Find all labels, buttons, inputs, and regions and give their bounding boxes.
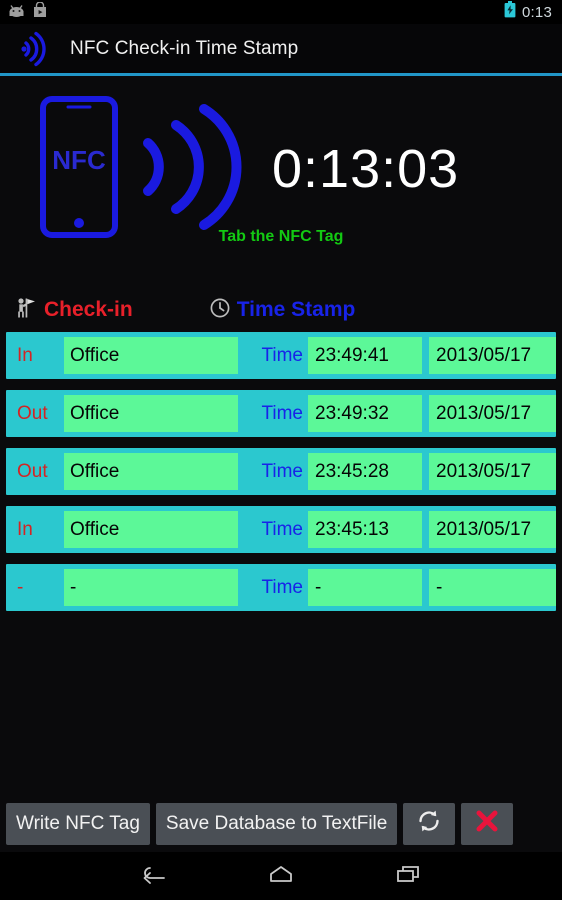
table-row[interactable]: In Office Time 23:45:13 2013/05/17: [6, 506, 556, 553]
row-place[interactable]: Office: [64, 337, 238, 374]
row-place[interactable]: Office: [64, 395, 238, 432]
row-time[interactable]: 23:45:28: [308, 453, 422, 490]
recents-button[interactable]: [378, 856, 438, 896]
write-nfc-tag-button[interactable]: Write NFC Tag: [6, 803, 150, 845]
red-x-delete-icon: [474, 808, 500, 840]
back-arrow-icon: [139, 862, 169, 891]
timestamp-header-label: Time Stamp: [236, 298, 356, 321]
row-date[interactable]: 2013/05/17: [429, 453, 556, 490]
nfc-phone-icon: NFC: [40, 95, 118, 243]
refresh-icon: [416, 808, 442, 840]
android-nav-bar: [0, 852, 562, 900]
row-direction: In: [17, 344, 33, 366]
table-row[interactable]: Out Office Time 23:45:28 2013/05/17: [6, 448, 556, 495]
recent-apps-icon: [393, 862, 423, 891]
back-button[interactable]: [124, 856, 184, 896]
nfc-wave-icon: [14, 30, 58, 68]
row-time[interactable]: -: [308, 569, 422, 606]
row-time-label: Time: [261, 576, 303, 598]
row-place[interactable]: Office: [64, 453, 238, 490]
status-right-group: 0:13: [504, 1, 562, 23]
clock-icon: [209, 297, 231, 324]
home-icon: [266, 862, 296, 891]
row-time-label: Time: [261, 344, 303, 366]
play-store-icon: [33, 0, 47, 23]
bottom-button-bar: Write NFC Tag Save Database to TextFile: [0, 800, 562, 848]
table-row[interactable]: - - Time - -: [6, 564, 556, 611]
row-place[interactable]: -: [64, 569, 238, 606]
row-time-label: Time: [261, 518, 303, 540]
row-time-label: Time: [261, 402, 303, 424]
battery-charging-icon: [504, 1, 516, 23]
tap-hint-text: Tab the NFC Tag: [218, 228, 344, 245]
table-row[interactable]: Out Office Time 23:49:32 2013/05/17: [6, 390, 556, 437]
row-direction: In: [17, 518, 33, 540]
app-title: NFC Check-in Time Stamp: [70, 37, 299, 59]
checkin-log-list[interactable]: In Office Time 23:49:41 2013/05/17 Out O…: [0, 332, 562, 622]
elapsed-timer: 0:13:03: [272, 139, 460, 199]
row-time-label: Time: [261, 460, 303, 482]
row-date[interactable]: -: [429, 569, 556, 606]
checkin-header: Check-in: [14, 296, 133, 325]
row-direction: -: [17, 576, 24, 598]
table-row[interactable]: In Office Time 23:49:41 2013/05/17: [6, 332, 556, 379]
person-flag-icon: [14, 296, 38, 325]
column-headers: Check-in Time Stamp: [0, 292, 562, 328]
delete-button[interactable]: [461, 803, 514, 845]
row-time[interactable]: 23:49:32: [308, 395, 422, 432]
status-notification-icons: [0, 0, 47, 23]
row-direction: Out: [17, 402, 48, 424]
android-status-bar: 0:13: [0, 0, 562, 24]
app-root: 0:13 NFC Check-in Time Stamp NFC 0:13:03…: [0, 0, 562, 900]
row-time[interactable]: 23:49:41: [308, 337, 422, 374]
status-clock: 0:13: [522, 3, 552, 21]
nfc-signal-waves-icon: [136, 101, 248, 238]
row-date[interactable]: 2013/05/17: [429, 511, 556, 548]
android-robot-icon: [8, 3, 25, 22]
action-bar: NFC Check-in Time Stamp: [0, 24, 562, 76]
save-database-button[interactable]: Save Database to TextFile: [155, 803, 398, 845]
timestamp-header: Time Stamp: [209, 297, 356, 324]
row-date[interactable]: 2013/05/17: [429, 395, 556, 432]
row-time[interactable]: 23:45:13: [308, 511, 422, 548]
row-place[interactable]: Office: [64, 511, 238, 548]
refresh-button[interactable]: [403, 803, 456, 845]
checkin-header-label: Check-in: [44, 298, 133, 321]
row-date[interactable]: 2013/05/17: [429, 337, 556, 374]
home-button[interactable]: [251, 856, 311, 896]
nfc-phone-label: NFC: [52, 145, 106, 175]
row-direction: Out: [17, 460, 48, 482]
